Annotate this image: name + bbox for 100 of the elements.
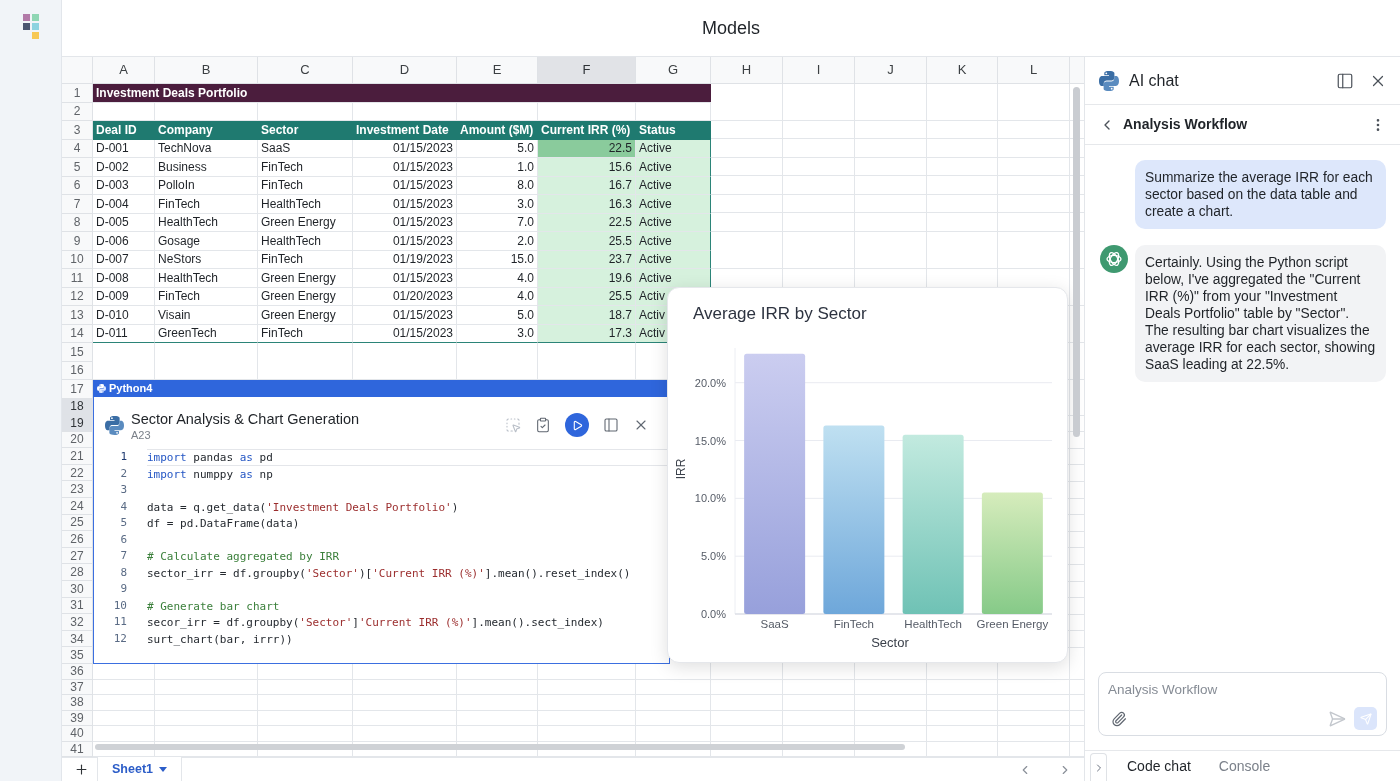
line-number: 3 xyxy=(119,482,127,498)
code-line: secor_irr = df.groupby('Sector']'Current IRR (%)'].mean().sect_index) xyxy=(147,615,605,631)
code-cell-title: Sector Analysis & Chart Generation xyxy=(131,410,360,428)
code-line: # Generate bar chart xyxy=(147,598,281,614)
line-number: 4 xyxy=(119,498,127,515)
code-line: df = pd.DataFrame(data) xyxy=(147,516,301,532)
line-number: 11 xyxy=(112,614,127,630)
attach-button[interactable] xyxy=(1111,710,1127,727)
row-number[interactable]: 35 xyxy=(62,647,93,664)
code-line: sector_irr = df.groupby('Sector')['Current IRR (%)'].mean().reset_index() xyxy=(147,565,632,581)
panel-icon xyxy=(603,417,619,433)
row-number[interactable]: 5 xyxy=(62,158,93,177)
row-number[interactable]: 3 xyxy=(62,121,93,140)
row-number[interactable]: 17 xyxy=(62,380,93,399)
caret-icon xyxy=(159,767,167,772)
table-header-cell: Current IRR (%) xyxy=(538,121,636,140)
row-number[interactable]: 30 xyxy=(62,581,93,598)
y-axis-title: IRR xyxy=(674,458,688,480)
line-number: 2 xyxy=(119,465,127,482)
play-icon xyxy=(571,419,583,431)
send-icon xyxy=(1328,709,1346,728)
dashed-pointer-icon xyxy=(505,417,521,433)
row-number[interactable]: 32 xyxy=(62,614,93,631)
code-line: import numppy as np xyxy=(147,466,274,482)
code-line: data = q.get_data('Investment Deals Portfolio') xyxy=(147,499,460,515)
y-axis-label: 10.0% xyxy=(694,492,726,505)
python-icon xyxy=(97,384,106,393)
sheet-tab[interactable]: Sheet1 xyxy=(97,757,182,781)
table-header-cell: Deal ID xyxy=(93,121,155,140)
irr-cell: 18.7 xyxy=(538,306,636,325)
run-button[interactable] xyxy=(565,413,589,437)
table-header-cell: Sector xyxy=(258,121,353,140)
table-cell: Active xyxy=(636,232,711,251)
y-axis-label: 20.0% xyxy=(694,376,726,389)
panel-toggle-button[interactable] xyxy=(1336,71,1354,90)
clipboard-button[interactable] xyxy=(535,417,551,433)
clipboard-icon xyxy=(535,417,551,433)
line-number: 5 xyxy=(119,515,127,531)
assistant-message: Certainly. Using the Python script below, I've aggregated the "Current IRR (%)" from your "Investment Deals Portfolio" table by "Sector". The resulting bar chart visualizes the average IRR for each sector, showing SaaS leading at 22.5%. xyxy=(1135,245,1386,382)
code-cell-tab-bar[interactable]: Python4 xyxy=(93,380,670,397)
table-header-cell: Status xyxy=(636,121,711,140)
document-title: Models xyxy=(702,16,760,40)
code-cell-tab-label: Python4 xyxy=(109,383,153,394)
code-line: import pandas as pd xyxy=(147,449,669,466)
row-number[interactable]: 28 xyxy=(62,564,93,582)
title-cell: Investment Deals Portfolio xyxy=(93,84,711,103)
thread-title: Analysis Workflow xyxy=(1123,115,1248,134)
panel-toggle-button[interactable] xyxy=(603,417,619,433)
x-axis-label: Green Energy xyxy=(976,618,1049,630)
row-number[interactable]: 9 xyxy=(62,232,93,251)
row-number[interactable]: 24 xyxy=(62,498,93,515)
chat-title: AI chat xyxy=(1129,70,1179,91)
user-message: Summarize the average IRR for each sector based on the data table and create a chart. xyxy=(1135,160,1386,229)
app-logo[interactable] xyxy=(22,14,39,39)
table-header-cell: Company xyxy=(155,121,258,140)
assistant-avatar-icon xyxy=(1100,245,1128,273)
row-number[interactable]: 19 xyxy=(62,415,93,432)
x-axis-label: FinTech xyxy=(833,618,874,630)
row-number[interactable]: 11 xyxy=(62,269,93,288)
irr-cell: 19.6 xyxy=(538,269,636,288)
python-logo-icon xyxy=(105,416,124,435)
horizontal-scrollbar[interactable] xyxy=(95,744,905,750)
line-number: 7 xyxy=(119,548,127,564)
irr-cell: 16.3 xyxy=(538,195,636,214)
panel-tab[interactable]: Code chat xyxy=(1127,755,1191,777)
line-number: 9 xyxy=(119,581,127,597)
line-number: 10 xyxy=(112,597,127,614)
cell-reference: A23 xyxy=(131,428,152,442)
y-axis-label: 15.0% xyxy=(694,434,726,447)
row-number[interactable]: 21 xyxy=(62,448,93,465)
row-number[interactable]: 1 xyxy=(62,84,93,103)
row-number[interactable]: 40 xyxy=(62,726,93,742)
line-number: 6 xyxy=(119,531,127,548)
table-header-cell: Investment Date xyxy=(353,121,457,140)
message-composer[interactable]: Analysis Workflow xyxy=(1098,672,1387,736)
row-number[interactable]: 26 xyxy=(62,531,93,548)
paperclip-icon xyxy=(1111,710,1127,727)
table-cell: Active xyxy=(636,195,711,214)
y-axis-label: 5.0% xyxy=(700,550,726,563)
irr-cell: 25.5 xyxy=(538,232,636,251)
row-number[interactable]: 13 xyxy=(62,306,93,325)
row-number[interactable]: 15 xyxy=(62,343,93,362)
code-line: # Calculate aggregated by IRR xyxy=(147,549,341,565)
y-axis-label: 0.0% xyxy=(700,608,726,620)
line-number: 12 xyxy=(112,630,127,647)
x-axis-title: Sector xyxy=(871,635,909,650)
row-number[interactable]: 38 xyxy=(62,695,93,711)
column-header[interactable]: F xyxy=(538,57,636,83)
panel-tab[interactable]: Console xyxy=(1218,755,1271,777)
row-number[interactable]: 7 xyxy=(62,195,93,214)
table-header-cell: Amount ($M) xyxy=(457,121,538,140)
row-number[interactable]: 23 xyxy=(62,481,93,499)
table-cell: Active xyxy=(636,269,711,288)
plus-icon xyxy=(73,762,89,777)
vertical-scrollbar[interactable] xyxy=(1073,87,1080,437)
row-number[interactable]: 36 xyxy=(62,664,93,680)
message-input[interactable]: Analysis Workflow xyxy=(1108,680,1377,700)
x-axis-label: SaaS xyxy=(760,618,789,630)
line-number: 8 xyxy=(119,564,127,581)
line-number: 1 xyxy=(119,449,127,465)
